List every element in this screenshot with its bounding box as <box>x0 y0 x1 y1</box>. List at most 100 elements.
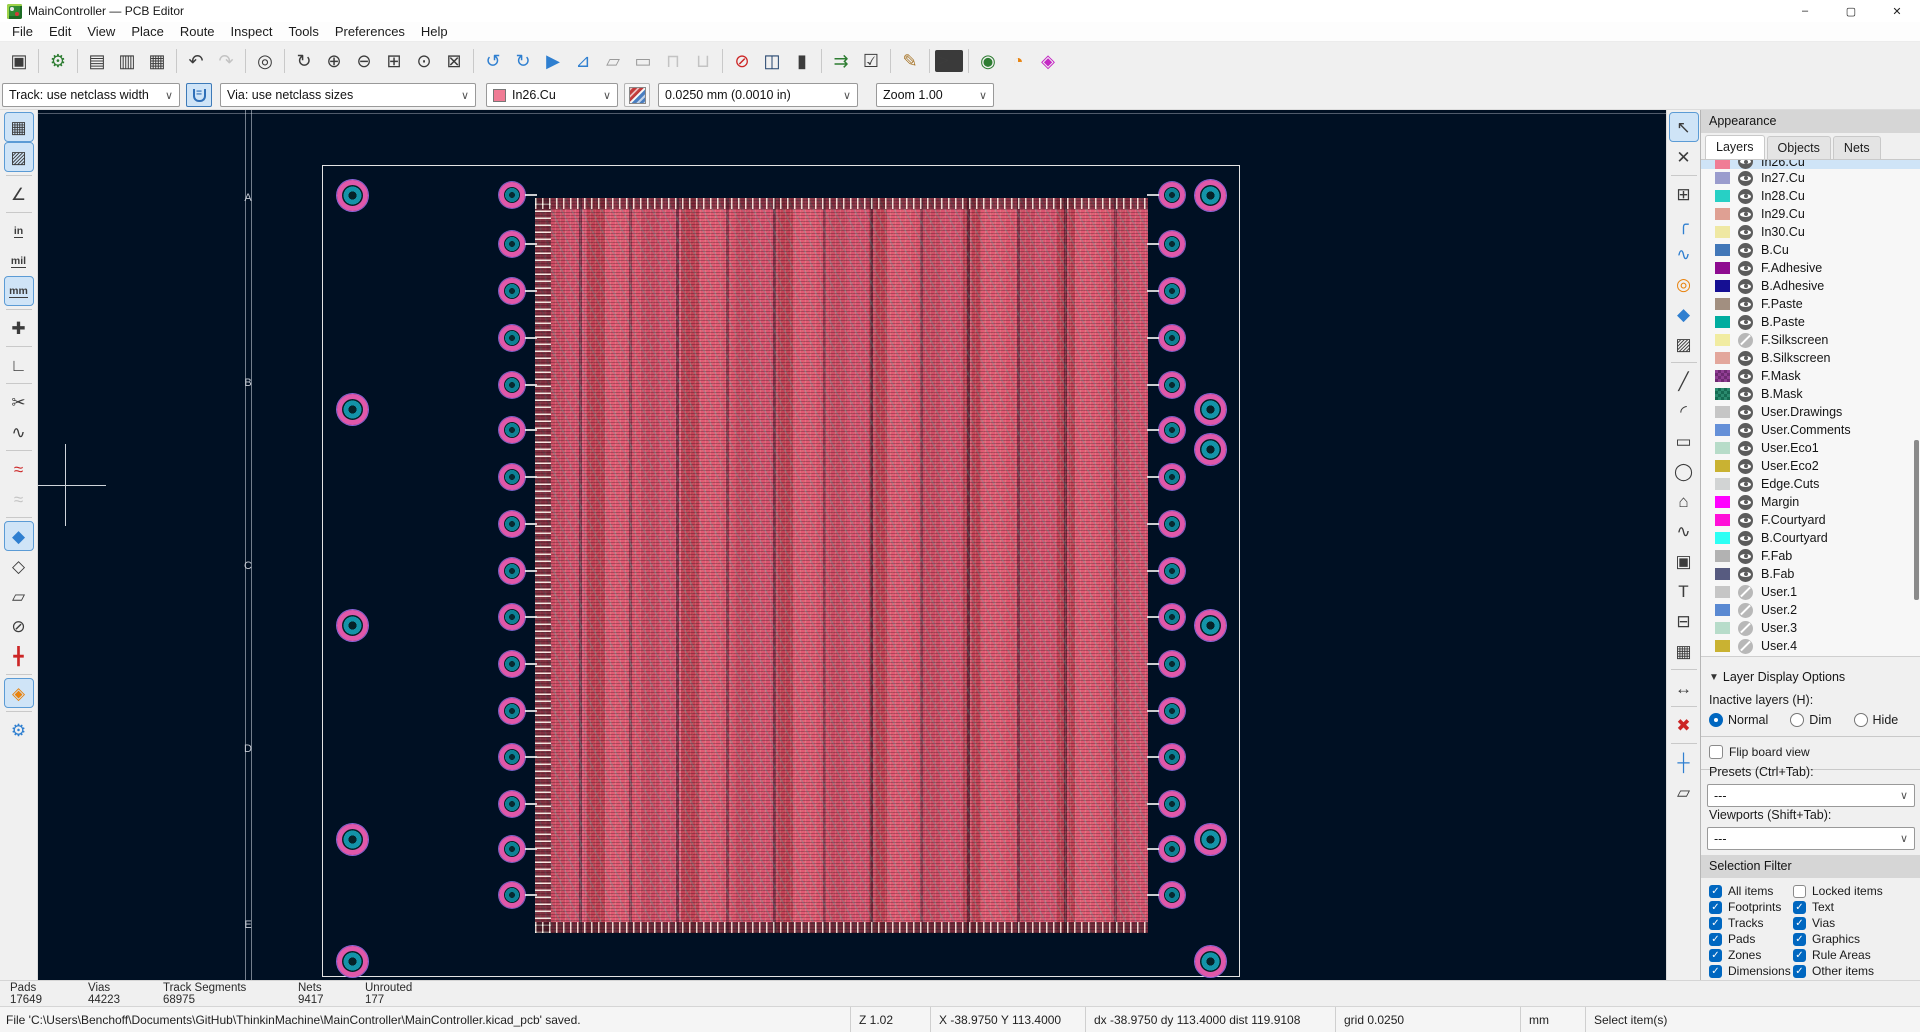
via[interactable] <box>337 180 368 211</box>
via[interactable] <box>1195 610 1226 641</box>
via[interactable] <box>1159 791 1185 817</box>
add-via-button[interactable]: ◎ <box>1670 270 1698 298</box>
free-angle-mode-button[interactable]: ∟ <box>5 351 33 379</box>
undo-button[interactable]: ↶ <box>182 47 210 75</box>
visibility-eye-icon[interactable] <box>1738 261 1753 276</box>
grid-origin-button[interactable]: ┼ <box>1670 748 1698 776</box>
visibility-eye-icon[interactable] <box>1738 225 1753 240</box>
active-layer-dropdown[interactable]: In26.Cu ∨ <box>486 83 618 107</box>
filter-checkbox-text[interactable]: ✓ <box>1793 901 1806 914</box>
add-table-button[interactable]: ▦ <box>1670 637 1698 665</box>
filter-checkbox-all-items[interactable]: ✓ <box>1709 885 1722 898</box>
zoom-dropdown[interactable]: Zoom 1.00 ∨ <box>876 83 994 107</box>
layer-display-options-header[interactable]: ▼ Layer Display Options <box>1701 670 1920 684</box>
board-setup-button[interactable]: ⚙ <box>44 47 72 75</box>
add-textbox-button[interactable]: ⊟ <box>1670 607 1698 635</box>
marker-tool-button[interactable]: ▮ <box>788 47 816 75</box>
menu-help[interactable]: Help <box>413 22 456 42</box>
via[interactable] <box>499 182 525 208</box>
show-ratsnest-button[interactable]: ✂ <box>5 388 33 416</box>
route-diff-pairs-button[interactable]: ∿ <box>1670 240 1698 268</box>
flip-button[interactable]: ▶ <box>539 47 567 75</box>
via[interactable] <box>1159 464 1185 490</box>
via[interactable] <box>1195 434 1226 465</box>
via-sketch-display-button[interactable]: ⊘ <box>5 612 33 640</box>
via[interactable] <box>1159 836 1185 862</box>
radio-normal[interactable] <box>1709 713 1723 727</box>
via[interactable] <box>1159 882 1185 908</box>
via[interactable] <box>1195 180 1226 211</box>
ungroup-button[interactable]: ▭ <box>629 47 657 75</box>
filter-checkbox-locked-items[interactable] <box>1793 885 1806 898</box>
zoom-in-button[interactable]: ⊕ <box>320 47 348 75</box>
layer-row-f-silkscreen[interactable]: F.Silkscreen <box>1701 331 1920 349</box>
visibility-eye-icon[interactable] <box>1738 459 1753 474</box>
track-width-dropdown[interactable]: Track: use netclass width ∨ <box>2 83 180 107</box>
radio-dim[interactable] <box>1790 713 1804 727</box>
close-button[interactable]: ✕ <box>1874 0 1920 22</box>
print-button[interactable]: ▥ <box>113 47 141 75</box>
visibility-eye-icon[interactable] <box>1738 207 1753 222</box>
via[interactable] <box>499 511 525 537</box>
layer-row-b-fab[interactable]: B.Fab <box>1701 565 1920 583</box>
tab-layers[interactable]: Layers <box>1705 135 1765 159</box>
filter-checkbox-graphics[interactable]: ✓ <box>1793 933 1806 946</box>
via[interactable] <box>1159 278 1185 304</box>
via[interactable] <box>1159 417 1185 443</box>
layer-row-user-comments[interactable]: User.Comments <box>1701 421 1920 439</box>
zoom-selection-button[interactable]: ⊠ <box>440 47 468 75</box>
zoom-fit-objects-button[interactable]: ⊙ <box>410 47 438 75</box>
visibility-eye-icon[interactable] <box>1738 567 1753 582</box>
layer-row-user-3[interactable]: User.3 <box>1701 619 1920 637</box>
visibility-eye-icon[interactable] <box>1738 549 1753 564</box>
plugin-colors-button[interactable]: ◈ <box>1034 47 1062 75</box>
via[interactable] <box>1159 558 1185 584</box>
layer-row-in30-cu[interactable]: In30.Cu <box>1701 223 1920 241</box>
via[interactable] <box>1195 824 1226 855</box>
visibility-hidden-icon[interactable] <box>1738 621 1753 636</box>
local-ratsnest-button[interactable]: ✕ <box>1670 143 1698 171</box>
layers-scrollbar[interactable] <box>1914 440 1919 600</box>
footprint-browser-button[interactable]: ◫ <box>758 47 786 75</box>
fullscreen-crosshair-button[interactable]: ✚ <box>5 314 33 342</box>
via-size-dropdown[interactable]: Via: use netclass sizes ∨ <box>220 83 476 107</box>
save-button[interactable]: ▣ <box>5 47 33 75</box>
via[interactable] <box>499 744 525 770</box>
filter-checkbox-pads[interactable]: ✓ <box>1709 933 1722 946</box>
via[interactable] <box>499 464 525 490</box>
plugin-blender-button[interactable]: ◔ <box>1004 47 1032 75</box>
layer-row-in29-cu[interactable]: In29.Cu <box>1701 205 1920 223</box>
page-settings-button[interactable]: ▤ <box>83 47 111 75</box>
unlock-button[interactable]: ⊔ <box>689 47 717 75</box>
visibility-hidden-icon[interactable] <box>1738 585 1753 600</box>
filter-checkbox-footprints[interactable]: ✓ <box>1709 901 1722 914</box>
via[interactable] <box>499 698 525 724</box>
layer-row-user-eco1[interactable]: User.Eco1 <box>1701 439 1920 457</box>
visibility-eye-icon[interactable] <box>1738 160 1753 169</box>
via[interactable] <box>499 791 525 817</box>
cleanup-tracks-button[interactable]: ✎ <box>896 47 924 75</box>
via[interactable] <box>499 278 525 304</box>
draw-polygon-button[interactable]: ⌂ <box>1670 487 1698 515</box>
filter-checkbox-rule-areas[interactable]: ✓ <box>1793 949 1806 962</box>
filter-checkbox-dimensions[interactable]: ✓ <box>1709 965 1722 978</box>
visibility-eye-icon[interactable] <box>1738 495 1753 510</box>
draw-arc-button[interactable]: ◜ <box>1670 397 1698 425</box>
visibility-eye-icon[interactable] <box>1738 441 1753 456</box>
layer-row-edge-cuts[interactable]: Edge.Cuts <box>1701 475 1920 493</box>
select-tool-button[interactable]: ↖ <box>1670 113 1698 141</box>
units-mm-button[interactable]: mm <box>5 277 33 305</box>
via[interactable] <box>499 836 525 862</box>
high-contrast-mode-button[interactable]: ◈ <box>5 679 33 707</box>
via[interactable] <box>499 417 525 443</box>
visibility-eye-icon[interactable] <box>1738 405 1753 420</box>
visibility-eye-icon[interactable] <box>1738 279 1753 294</box>
layer-row-user-2[interactable]: User.2 <box>1701 601 1920 619</box>
filter-checkbox-vias[interactable]: ✓ <box>1793 917 1806 930</box>
layer-row-b-cu[interactable]: B.Cu <box>1701 241 1920 259</box>
menu-edit[interactable]: Edit <box>41 22 79 42</box>
units-inches-button[interactable]: in <box>5 217 33 245</box>
radio-hide[interactable] <box>1854 713 1868 727</box>
menu-route[interactable]: Route <box>172 22 223 42</box>
layer-row-f-paste[interactable]: F.Paste <box>1701 295 1920 313</box>
